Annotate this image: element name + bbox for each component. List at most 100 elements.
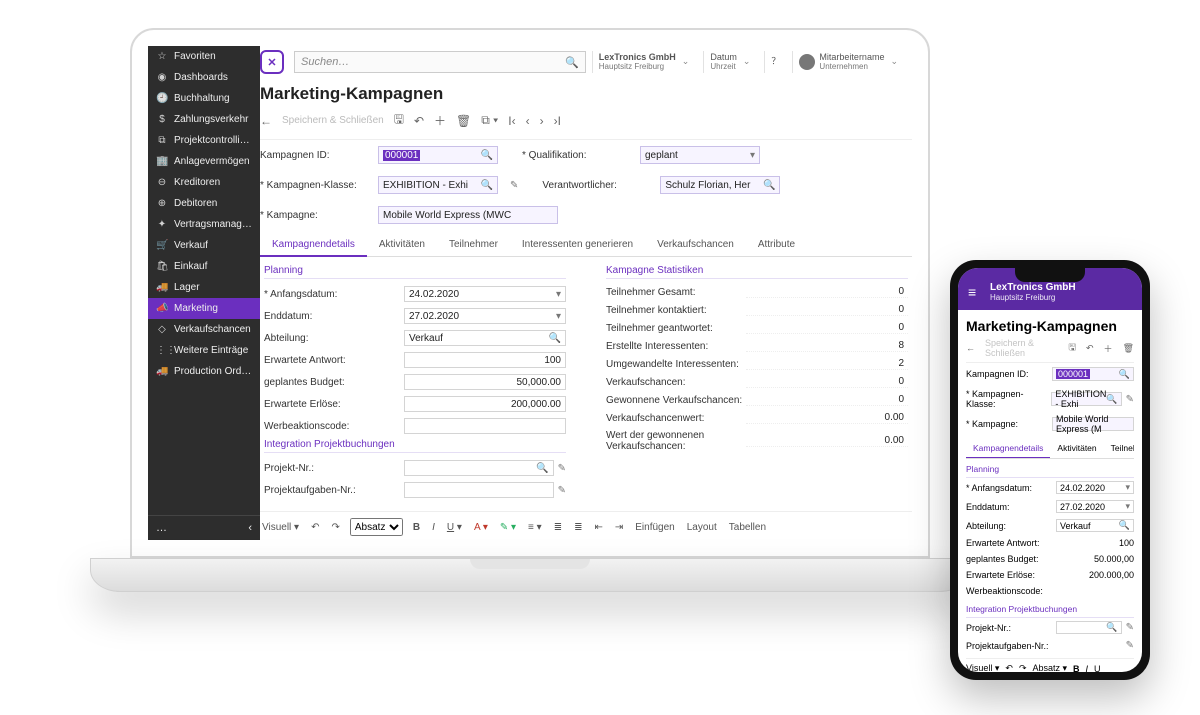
hamburger-icon[interactable] bbox=[968, 284, 982, 300]
phone-tab-2[interactable]: Teilnehmer bbox=[1104, 439, 1134, 458]
input-verantwortlicher[interactable]: Schulz Florian, Her 🔍 bbox=[660, 176, 780, 194]
input-projekt[interactable]: 🔍 bbox=[404, 460, 554, 476]
sidebar-item-3[interactable]: $Zahlungsverkehr bbox=[148, 109, 260, 130]
tab-1[interactable]: Aktivitäten bbox=[367, 234, 437, 256]
tab-5[interactable]: Attribute bbox=[746, 234, 807, 256]
rte-outdent[interactable]: ⇤ bbox=[592, 522, 604, 533]
input-klasse[interactable]: EXHIBITION - Exhi🔍 bbox=[1051, 392, 1121, 406]
input-aufgaben[interactable] bbox=[404, 482, 554, 498]
edit-icon[interactable]: ✎ bbox=[1126, 622, 1134, 633]
rte-align[interactable]: ≡ ▾ bbox=[526, 522, 544, 533]
input-anfang[interactable]: 24.02.2020▾ bbox=[1056, 481, 1134, 494]
copy-button[interactable]: ⧉ ▾ bbox=[481, 113, 498, 128]
sidebar-item-9[interactable]: 🛒Verkauf bbox=[148, 235, 260, 256]
select-qualifikation[interactable]: geplant ▾ bbox=[640, 146, 760, 164]
sidebar-more[interactable]: … bbox=[156, 522, 167, 534]
rte-underline[interactable]: U bbox=[1094, 664, 1101, 673]
rte-highlight[interactable]: ✎ ▾ bbox=[498, 522, 518, 533]
edit-icon[interactable]: ✎ bbox=[558, 463, 566, 474]
app-logo[interactable]: ✕ bbox=[260, 50, 284, 74]
rte-color[interactable]: A ▾ bbox=[472, 522, 490, 533]
delete-button[interactable]: 🗑 bbox=[456, 114, 471, 128]
edit-icon[interactable]: ✎ bbox=[558, 485, 566, 496]
tab-3[interactable]: Interessenten generieren bbox=[510, 234, 645, 256]
sidebar-item-0[interactable]: ☆Favoriten bbox=[148, 46, 260, 67]
save-close-button[interactable]: Speichern & Schließen bbox=[985, 338, 1058, 358]
input-budget[interactable]: 50,000.00 bbox=[404, 374, 566, 390]
add-button[interactable]: ＋ bbox=[1104, 342, 1113, 355]
sidebar-item-14[interactable]: ⋮⋮Weitere Einträge bbox=[148, 340, 260, 361]
rte-underline[interactable]: U ▾ bbox=[445, 522, 464, 533]
nav-next-button[interactable]: › bbox=[540, 114, 544, 128]
sidebar-item-5[interactable]: 🏢Anlagevermögen bbox=[148, 151, 260, 172]
save-close-button[interactable]: Speichern & Schließen bbox=[282, 115, 384, 126]
tab-4[interactable]: Verkaufschancen bbox=[645, 234, 746, 256]
input-werbecode[interactable] bbox=[404, 418, 566, 434]
rte-paragraph-select[interactable]: Absatz bbox=[350, 518, 403, 536]
rte-list-ul[interactable]: ≣ bbox=[552, 522, 564, 533]
input-kampagnen-id[interactable]: 000001🔍 bbox=[1052, 367, 1134, 381]
nav-last-button[interactable]: ›I bbox=[554, 114, 561, 128]
rte-indent[interactable]: ⇥ bbox=[613, 522, 625, 533]
nav-prev-button[interactable]: ‹ bbox=[526, 114, 530, 128]
sidebar-item-4[interactable]: ⧉Projektcontrolli… bbox=[148, 130, 260, 151]
rte-insert[interactable]: Einfügen bbox=[633, 522, 676, 533]
input-kampagnen-id[interactable]: 000001 🔍 bbox=[378, 146, 498, 164]
add-button[interactable]: ＋ bbox=[434, 112, 446, 129]
nav-first-button[interactable]: I‹ bbox=[508, 114, 515, 128]
rte-italic[interactable]: I bbox=[430, 522, 437, 533]
edit-icon[interactable]: ✎ bbox=[1126, 394, 1134, 405]
sidebar-item-10[interactable]: 🛍Einkauf bbox=[148, 256, 260, 277]
save-icon[interactable]: 🖫 bbox=[394, 110, 404, 131]
undo-button[interactable]: ↶ bbox=[1086, 343, 1094, 354]
input-ende[interactable]: 27.02.2020▾ bbox=[1056, 500, 1134, 513]
rte-layout[interactable]: Layout bbox=[685, 522, 719, 533]
sidebar-collapse[interactable]: ‹ bbox=[248, 522, 252, 534]
rte-undo[interactable]: ↶ bbox=[309, 522, 321, 533]
input-abteilung[interactable]: Verkauf🔍 bbox=[1056, 519, 1134, 532]
input-abteilung[interactable]: Verkauf🔍 bbox=[404, 330, 566, 346]
rte-redo[interactable]: ↷ bbox=[1019, 663, 1027, 672]
user-menu[interactable]: Mitarbeitername Unternehmen ⌄ bbox=[792, 51, 906, 73]
rte-tables[interactable]: Tabellen bbox=[727, 522, 768, 533]
input-kampagne[interactable]: Mobile World Express (M bbox=[1052, 417, 1134, 431]
undo-button[interactable]: ↶ bbox=[414, 114, 424, 128]
sidebar-item-12[interactable]: 📣Marketing bbox=[148, 298, 260, 319]
rte-bold[interactable]: B bbox=[1073, 664, 1080, 673]
sidebar-item-1[interactable]: ◉Dashboards bbox=[148, 67, 260, 88]
sidebar-item-2[interactable]: 🕘Buchhaltung bbox=[148, 88, 260, 109]
input-projekt[interactable]: 🔍 bbox=[1056, 621, 1122, 634]
help-button[interactable]: ？ bbox=[764, 51, 786, 73]
edit-icon[interactable]: ✎ bbox=[510, 180, 518, 191]
datetime[interactable]: Datum Uhrzeit ⌄ bbox=[703, 51, 758, 73]
phone-tab-1[interactable]: Aktivitäten bbox=[1050, 439, 1103, 458]
back-button[interactable]: ← bbox=[966, 343, 975, 353]
phone-tab-0[interactable]: Kampagnendetails bbox=[966, 439, 1050, 459]
rte-visuell[interactable]: Visuell ▾ bbox=[966, 663, 999, 672]
tab-2[interactable]: Teilnehmer bbox=[437, 234, 510, 256]
org-switcher[interactable]: LexTronics GmbH Hauptsitz Freiburg ⌄ bbox=[592, 51, 698, 73]
search-input[interactable]: Suchen… 🔍 bbox=[294, 51, 586, 73]
edit-icon[interactable]: ✎ bbox=[1126, 640, 1134, 651]
sidebar-item-13[interactable]: ◇Verkaufschancen bbox=[148, 319, 260, 340]
input-erloese[interactable]: 200,000.00 bbox=[404, 396, 566, 412]
input-klasse[interactable]: EXHIBITION - Exhi 🔍 bbox=[378, 176, 498, 194]
input-kampagne[interactable]: Mobile World Express (MWC bbox=[378, 206, 558, 224]
sidebar-item-11[interactable]: 🚚Lager bbox=[148, 277, 260, 298]
delete-button[interactable]: 🗑 bbox=[1123, 343, 1134, 354]
sidebar-item-8[interactable]: ✦Vertragsmanag… bbox=[148, 214, 260, 235]
input-erw-antwort[interactable]: 100 bbox=[404, 352, 566, 368]
rte-list-ol[interactable]: ≣ bbox=[572, 522, 584, 533]
rte-bold[interactable]: B bbox=[411, 522, 422, 533]
rte-paragraph-select[interactable]: Absatz ▾ bbox=[1032, 663, 1067, 672]
input-anfang[interactable]: 24.02.2020▾ bbox=[404, 286, 566, 302]
rte-italic[interactable]: I bbox=[1086, 664, 1089, 673]
tab-0[interactable]: Kampagnendetails bbox=[260, 234, 367, 257]
rte-visuell[interactable]: Visuell ▾ bbox=[260, 522, 301, 533]
rte-redo[interactable]: ↷ bbox=[329, 522, 341, 533]
rte-undo[interactable]: ↶ bbox=[1005, 663, 1013, 672]
sidebar-item-15[interactable]: 🚚Production Ord… bbox=[148, 361, 260, 382]
back-button[interactable]: ← bbox=[260, 114, 272, 128]
sidebar-item-7[interactable]: ⊕Debitoren bbox=[148, 193, 260, 214]
save-icon[interactable]: 🖫 bbox=[1068, 340, 1076, 356]
